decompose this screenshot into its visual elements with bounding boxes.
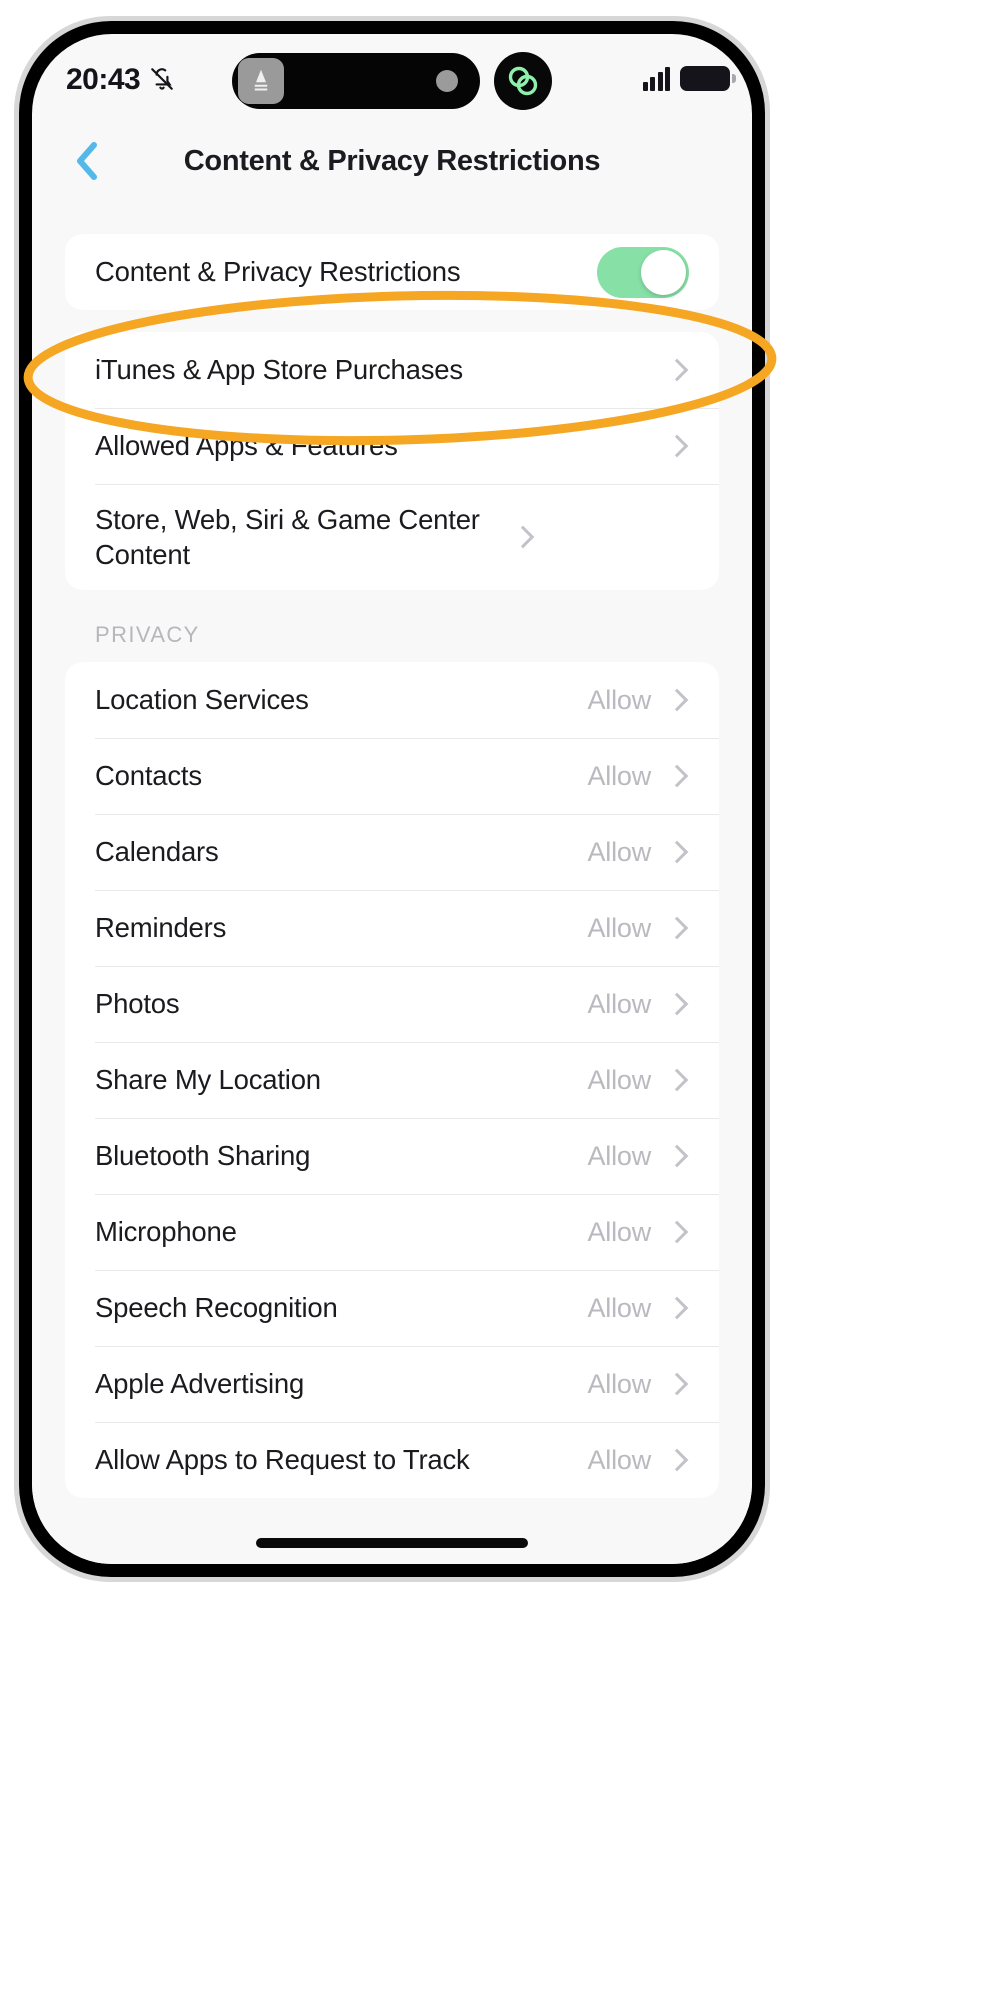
row-label: Microphone xyxy=(95,1216,237,1248)
row-itunes-app-store-purchases[interactable]: iTunes & App Store Purchases xyxy=(65,332,719,408)
row-speech-recognition[interactable]: Speech Recognition Allow xyxy=(65,1270,719,1346)
row-photos[interactable]: Photos Allow xyxy=(65,966,719,1042)
row-label: Contacts xyxy=(95,760,202,792)
cellular-signal-icon xyxy=(642,66,670,91)
row-allowed-apps-features[interactable]: Allowed Apps & Features xyxy=(65,408,719,484)
row-label: Location Services xyxy=(95,684,309,716)
chevron-right-icon xyxy=(665,764,689,788)
chevron-right-icon xyxy=(665,688,689,712)
row-label: Calendars xyxy=(95,836,219,868)
chevron-right-icon xyxy=(665,1144,689,1168)
row-value: Allow xyxy=(587,1444,651,1475)
row-store-web-siri-game-center-content[interactable]: Store, Web, Siri & Game Center Content xyxy=(65,484,719,590)
row-apple-advertising[interactable]: Apple Advertising Allow xyxy=(65,1346,719,1422)
restrictions-links-card: iTunes & App Store Purchases Allowed App… xyxy=(65,332,719,590)
screenshot-stage: 20:43 Content & Privacy Restrictions Con… xyxy=(0,0,983,1999)
row-label: Share My Location xyxy=(95,1064,321,1096)
status-time: 20:43 xyxy=(66,63,141,96)
dynamic-island[interactable] xyxy=(232,52,552,110)
row-label: Apple Advertising xyxy=(95,1368,305,1400)
row-value: Allow xyxy=(587,1064,651,1095)
phone-frame: 20:43 Content & Privacy Restrictions Con… xyxy=(14,16,770,1582)
phone-bezel: 20:43 Content & Privacy Restrictions Con… xyxy=(19,21,765,1577)
row-value: Allow xyxy=(587,684,651,715)
home-indicator[interactable] xyxy=(256,1538,528,1548)
switch-knob xyxy=(641,249,686,295)
settings-scroll-view[interactable]: Content & Privacy Restrictions iTunes & … xyxy=(32,200,752,1564)
recording-dot xyxy=(436,70,458,92)
row-share-my-location[interactable]: Share My Location Allow xyxy=(65,1042,719,1118)
row-value: Allow xyxy=(587,1140,651,1171)
row-label: Bluetooth Sharing xyxy=(95,1140,311,1172)
linked-rings-icon[interactable] xyxy=(494,52,552,110)
chevron-right-icon xyxy=(665,992,689,1016)
content-privacy-restrictions-switch[interactable] xyxy=(597,246,689,298)
row-value: Allow xyxy=(587,836,651,867)
privacy-section-header: PRIVACY xyxy=(95,622,200,647)
app-icon xyxy=(238,58,284,104)
chevron-right-icon xyxy=(665,1220,689,1244)
row-value: Allow xyxy=(587,988,651,1019)
row-contacts[interactable]: Contacts Allow xyxy=(65,738,719,814)
dynamic-island-pill[interactable] xyxy=(232,53,480,109)
chevron-right-icon xyxy=(665,358,689,382)
chevron-right-icon xyxy=(665,434,689,458)
navigation-bar: Content & Privacy Restrictions xyxy=(32,122,752,200)
row-value: Allow xyxy=(587,760,651,791)
chevron-right-icon xyxy=(665,840,689,864)
status-bar-right xyxy=(642,66,736,91)
row-value: Allow xyxy=(587,1368,651,1399)
chevron-right-icon xyxy=(665,1448,689,1472)
chevron-right-icon xyxy=(665,1068,689,1092)
back-chevron-icon[interactable] xyxy=(60,139,114,183)
row-allow-apps-to-request-to-track[interactable]: Allow Apps to Request to Track Allow xyxy=(65,1422,719,1498)
row-label: Store, Web, Siri & Game Center Content xyxy=(95,503,480,570)
chevron-right-icon xyxy=(511,525,535,549)
row-label: Reminders xyxy=(95,912,227,944)
privacy-card: Location Services Allow Contacts Allow C… xyxy=(65,662,719,1498)
row-location-services[interactable]: Location Services Allow xyxy=(65,662,719,738)
row-microphone[interactable]: Microphone Allow xyxy=(65,1194,719,1270)
battery-full-icon xyxy=(680,66,736,91)
row-label: Speech Recognition xyxy=(95,1292,338,1324)
chevron-right-icon xyxy=(665,1372,689,1396)
page-title: Content & Privacy Restrictions xyxy=(183,144,601,177)
row-reminders[interactable]: Reminders Allow xyxy=(65,890,719,966)
row-label: iTunes & App Store Purchases xyxy=(95,354,463,386)
row-label: Allowed Apps & Features xyxy=(95,430,398,462)
row-label: Allow Apps to Request to Track xyxy=(95,1444,470,1476)
row-value: Allow xyxy=(587,912,651,943)
bell-slash-icon xyxy=(149,60,175,97)
chevron-right-icon xyxy=(665,1296,689,1320)
phone-screen: 20:43 Content & Privacy Restrictions Con… xyxy=(32,34,752,1564)
row-label: Content & Privacy Restrictions xyxy=(95,256,461,288)
status-bar: 20:43 xyxy=(32,34,752,122)
row-calendars[interactable]: Calendars Allow xyxy=(65,814,719,890)
chevron-right-icon xyxy=(665,916,689,940)
row-value: Allow xyxy=(587,1216,651,1247)
row-value: Allow xyxy=(587,1292,651,1323)
restrictions-toggle-card: Content & Privacy Restrictions xyxy=(65,234,719,310)
row-content-privacy-restrictions-toggle[interactable]: Content & Privacy Restrictions xyxy=(65,234,719,310)
row-label: Photos xyxy=(95,988,180,1020)
row-bluetooth-sharing[interactable]: Bluetooth Sharing Allow xyxy=(65,1118,719,1194)
